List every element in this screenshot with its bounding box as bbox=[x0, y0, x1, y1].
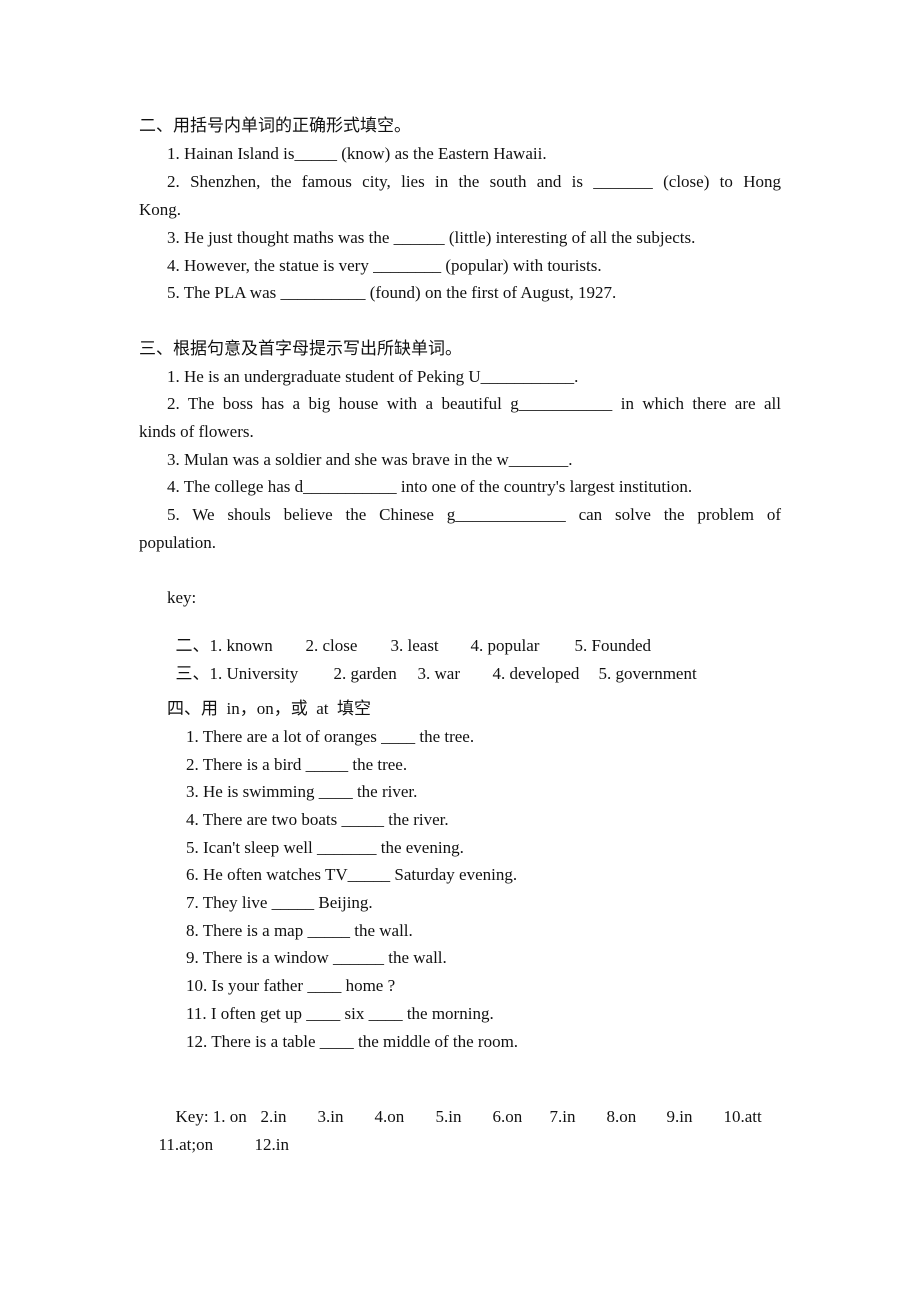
key-answer: 5. government bbox=[598, 664, 697, 683]
section-4-item-10: 10. Is your father ____ home ? bbox=[186, 976, 396, 995]
section-4-item-2: 2. There is a bird _____ the tree. bbox=[186, 755, 408, 774]
key-answer: 10.att bbox=[723, 1107, 762, 1126]
key-answer: 3.in bbox=[317, 1107, 344, 1126]
key-answer: 4. developed bbox=[492, 664, 580, 683]
section-2-item-4: 4. However, the statue is very ________ … bbox=[167, 256, 602, 275]
key-row-section-3: 三、1. University 2. garden 3. war 4. develop… bbox=[167, 644, 697, 684]
section-2-item-2-continued: Kong. bbox=[139, 200, 182, 219]
key-answer: 12.in bbox=[254, 1135, 289, 1154]
section-3-item-1: 1. He is an undergraduate student of Pek… bbox=[167, 367, 579, 386]
key-answer: 6.on bbox=[492, 1107, 523, 1126]
section-2-item-3: 3. He just thought maths was the ______ … bbox=[167, 228, 696, 247]
section-4-item-3: 3. He is swimming ____ the river. bbox=[186, 782, 418, 801]
key-label: key: bbox=[167, 588, 197, 607]
section-3-item-5-continued: population. bbox=[139, 533, 216, 552]
key-row-prefix: 三、 bbox=[175, 664, 210, 683]
section-4-item-5: 5. Ican't sleep well _______ the evening… bbox=[186, 838, 464, 857]
section-4-heading: 四、用 in，on，或 at 填空 bbox=[167, 699, 371, 718]
section-2-heading: 二、用括号内单词的正确形式填空。 bbox=[139, 116, 411, 135]
key-answer: 9.in bbox=[666, 1107, 693, 1126]
key-answer: 11.at;on bbox=[158, 1135, 214, 1154]
key-answer: 8.on bbox=[606, 1107, 637, 1126]
section-2-item-2: 2. Shenzhen, the famous city, lies in th… bbox=[167, 172, 781, 191]
section-2-item-5: 5. The PLA was __________ (found) on the… bbox=[167, 283, 617, 302]
key-answer: 4.on bbox=[374, 1107, 405, 1126]
section-4-item-12: 12. There is a table ____ the middle of … bbox=[186, 1032, 519, 1051]
section-3-heading: 三、根据句意及首字母提示写出所缺单词。 bbox=[139, 339, 462, 358]
section-4-item-11: 11. I often get up ____ six ____ the mor… bbox=[186, 1004, 494, 1023]
section-4-item-9: 9. There is a window ______ the wall. bbox=[186, 948, 447, 967]
section-4-item-7: 7. They live _____ Beijing. bbox=[186, 893, 373, 912]
section-3-item-5: 5. We shouls believe the Chinese g______… bbox=[167, 505, 781, 524]
section-4-item-4: 4. There are two boats _____ the river. bbox=[186, 810, 449, 829]
key-answer: 7.in bbox=[549, 1107, 576, 1126]
key-answer: 5.in bbox=[435, 1107, 462, 1126]
section-4-item-1: 1. There are a lot of oranges ____ the t… bbox=[186, 727, 475, 746]
section-3-item-2: 2. The boss has a big house with a beaut… bbox=[167, 394, 781, 413]
key-answer: 2. garden bbox=[333, 664, 397, 683]
section-2-item-1: 1. Hainan Island is_____ (know) as the E… bbox=[167, 144, 547, 163]
section-3-item-3: 3. Mulan was a soldier and she was brave… bbox=[167, 450, 573, 469]
key-answer: 3. war bbox=[417, 664, 460, 683]
key-answer: 1. University bbox=[209, 664, 299, 683]
section-4-item-6: 6. He often watches TV_____ Saturday eve… bbox=[186, 865, 518, 884]
section-3-item-2-continued: kinds of flowers. bbox=[139, 422, 254, 441]
key-4-row-2: 11.at;on 12.in bbox=[150, 1115, 289, 1155]
section-4-item-8: 8. There is a map _____ the wall. bbox=[186, 921, 413, 940]
section-3-item-4: 4. The college has d___________ into one… bbox=[167, 477, 693, 496]
